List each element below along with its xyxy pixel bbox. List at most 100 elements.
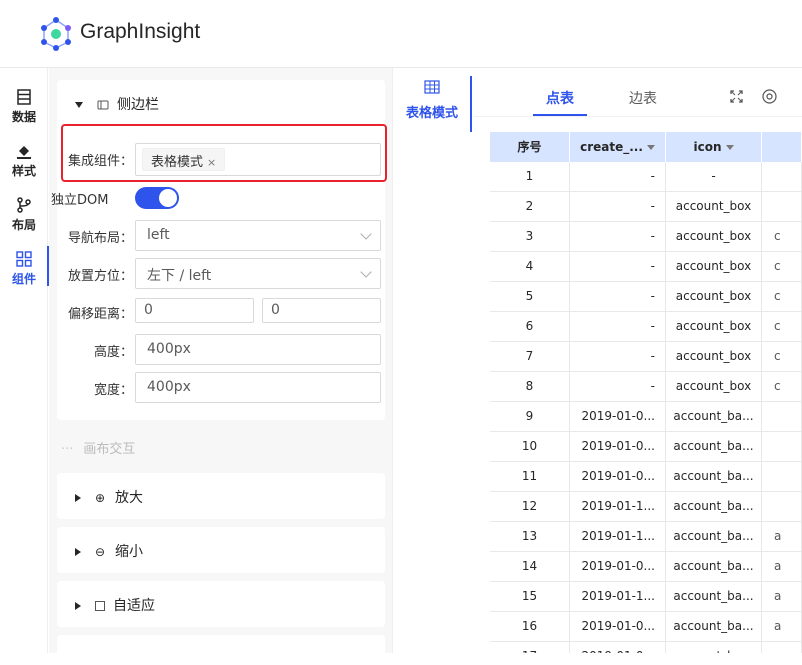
table-cell: -	[570, 372, 666, 401]
position-select[interactable]: 左下 / left	[135, 258, 381, 289]
width-label: 宽度：	[93, 383, 133, 398]
nav-layout-select[interactable]: left	[135, 220, 381, 251]
table-row[interactable]: 15 2019-01-1... account_ba... a	[490, 582, 802, 612]
table-cell: account_box	[666, 252, 762, 281]
zoom-out-card[interactable]: ⊖ 缩小	[57, 527, 385, 573]
table-cell: 1	[490, 162, 570, 191]
node-table: 序号 create_... icon 1- -2- account_box 3- acc…	[490, 132, 802, 653]
column-header-extra[interactable]	[762, 132, 802, 162]
nav-item-components[interactable]: 组件	[0, 238, 49, 288]
table-row[interactable]: 9 2019-01-0... account_ba...	[490, 402, 802, 432]
table-cell: 3	[490, 222, 570, 251]
table-cell: 2019-01-0...	[570, 402, 666, 431]
table-row[interactable]: 10 2019-01-0... account_ba...	[490, 432, 802, 462]
table-row[interactable]: 172019-01-0...account_ba...	[490, 642, 802, 653]
column-header-icon[interactable]: icon	[666, 132, 762, 162]
fullscreen-icon[interactable]	[730, 90, 743, 103]
table-row[interactable]: 12 2019-01-1... account_ba...	[490, 492, 802, 522]
column-header-create[interactable]: create_...	[570, 132, 666, 162]
height-label: 高度：	[93, 345, 133, 360]
table-cell	[762, 402, 802, 431]
offset-y-input[interactable]: 0	[262, 298, 381, 323]
table-cell: a	[762, 552, 802, 581]
position-value: 左下 / left	[147, 268, 212, 284]
table-row[interactable]: 4- account_box c	[490, 252, 802, 282]
zoom-in-card[interactable]: ⊕ 放大	[57, 473, 385, 519]
fit-view-title: 自适应	[113, 598, 155, 614]
nav-item-label: 组件	[11, 272, 36, 286]
table-cell	[762, 642, 802, 653]
table-cell: account_ba...	[666, 642, 762, 653]
table-cell: -	[666, 162, 762, 191]
nav-item-label: 样式	[11, 164, 36, 178]
tab-edges[interactable]: 边表	[629, 88, 657, 108]
sort-icon[interactable]	[725, 145, 734, 150]
height-input[interactable]: 400px	[135, 334, 381, 365]
table-cell: account_box	[666, 222, 762, 251]
table-cell: account_ba...	[666, 402, 762, 431]
nav-item-style[interactable]: 样式	[0, 130, 48, 180]
table-cell: c	[762, 372, 802, 401]
sidebar-card-title: 侧边栏	[117, 97, 159, 113]
width-input[interactable]: 400px	[135, 372, 381, 403]
column-header-index[interactable]: 序号	[490, 132, 570, 162]
height-value: 400px	[147, 341, 191, 357]
offset-x-input[interactable]: 0	[135, 298, 254, 323]
table-cell: 2	[490, 192, 570, 221]
table-cell	[762, 462, 802, 491]
table-cell: 2019-01-1...	[570, 522, 666, 551]
table-cell: 2019-01-1...	[570, 492, 666, 521]
table-row[interactable]: 14 2019-01-0... account_ba... a	[490, 552, 802, 582]
zoom-in-title: 放大	[115, 490, 143, 506]
dom-label: 独立DOM	[51, 193, 109, 208]
table-row[interactable]: 1--	[490, 162, 802, 192]
table-row[interactable]: 3- account_box c	[490, 222, 802, 252]
canvas-interaction-text: 画布交互	[83, 442, 136, 457]
column-header-label: create_...	[580, 140, 643, 154]
graph-logo-icon	[41, 17, 71, 51]
chevron-down-icon	[360, 228, 372, 240]
table-row[interactable]: 11 2019-01-0... account_ba...	[490, 462, 802, 492]
table-cell: a	[762, 522, 802, 551]
table-cell: 2019-01-0...	[570, 432, 666, 461]
table-cell: 2019-01-0...	[570, 552, 666, 581]
table-cell: 7	[490, 342, 570, 371]
table-cell: account_ba...	[666, 432, 762, 461]
table-row[interactable]: 2- account_box	[490, 192, 802, 222]
table-cell: account_ba...	[666, 552, 762, 581]
table-row[interactable]: 13 2019-01-1... account_ba... a	[490, 522, 802, 552]
table-row[interactable]: 5- account_box c	[490, 282, 802, 312]
tab-nodes[interactable]: 点表	[546, 88, 574, 108]
table-cell: -	[570, 192, 666, 221]
table-cell: account_ba...	[666, 462, 762, 491]
table-cell: account_box	[666, 312, 762, 341]
table-row[interactable]: 16 2019-01-0... account_ba... a	[490, 612, 802, 642]
canvas-interaction-label: ··· 画布交互	[61, 438, 135, 457]
table-row[interactable]: 8- account_box c	[490, 372, 802, 402]
nav-item-layout[interactable]: 布局	[0, 184, 48, 234]
nav-item-label: 布局	[11, 218, 36, 232]
table-cell: -	[570, 252, 666, 281]
sort-icon[interactable]	[646, 145, 655, 150]
table-mode-tab[interactable]: 表格模式	[394, 76, 472, 132]
nav-item-data[interactable]: 数据	[0, 76, 48, 126]
table-row[interactable]: 7- account_box c	[490, 342, 802, 372]
table-cell: account_ba...	[666, 582, 762, 611]
sidebar-card-header[interactable]: 侧边栏	[75, 94, 159, 114]
table-cell: 15	[490, 582, 570, 611]
table-cell: 8	[490, 372, 570, 401]
chevron-right-icon	[75, 548, 81, 556]
table-cell: 13	[490, 522, 570, 551]
grid-icon	[16, 251, 32, 267]
highlight-box	[61, 124, 387, 182]
zoom-out-icon: ⊖	[95, 545, 106, 559]
table-mode-label: 表格模式	[405, 106, 458, 121]
chrome-icon[interactable]	[762, 89, 777, 104]
nav-layout-value: left	[147, 227, 170, 243]
table-cell: 16	[490, 612, 570, 641]
dom-toggle[interactable]	[135, 187, 179, 209]
app-header: GraphInsight	[0, 0, 802, 68]
fit-view-card[interactable]: 自适应	[57, 581, 385, 627]
table-row[interactable]: 6- account_box c	[490, 312, 802, 342]
mode-column: 表格模式	[394, 68, 474, 653]
